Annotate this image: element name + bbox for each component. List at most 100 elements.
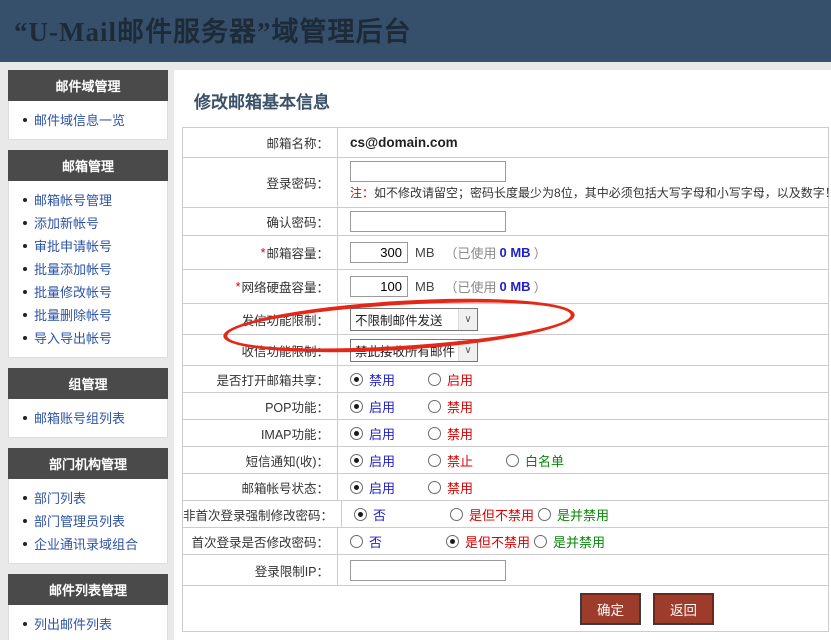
radio-icon[interactable]	[428, 454, 441, 467]
radio-icon[interactable]	[450, 508, 463, 521]
field-label: 确认密码：	[183, 208, 338, 235]
chevron-down-icon: ∨	[458, 309, 477, 330]
sidebar-item-dept-admin-list[interactable]: 部门管理员列表	[34, 511, 125, 530]
field-label: IMAP功能：	[183, 420, 338, 446]
radio-icon[interactable]	[350, 454, 363, 467]
sidebar-item-add-account[interactable]: 添加新帐号	[34, 213, 99, 232]
row-buttons: 确定 返回	[183, 586, 828, 631]
receive-limit-select[interactable]: 禁此接收所有邮件 ∨	[350, 339, 478, 362]
row-mailbox-share: 是否打开邮箱共享： 禁用 启用	[183, 366, 828, 393]
list-item: 添加邮件列表	[19, 635, 161, 640]
sidebar: 邮件域管理 邮件域信息一览 邮箱管理 邮箱帐号管理 添加新帐号 审批申请帐号 批…	[8, 70, 168, 640]
field-label: *邮箱容量：	[183, 236, 338, 269]
list-item: 批量删除帐号	[19, 303, 161, 326]
sidebar-item-batch-add[interactable]: 批量添加帐号	[34, 259, 112, 278]
radio-icon[interactable]	[446, 535, 459, 548]
radio-option[interactable]: 启用	[350, 478, 424, 497]
radio-icon[interactable]	[350, 535, 363, 548]
sidebar-item-batch-modify[interactable]: 批量修改帐号	[34, 282, 112, 301]
radio-option[interactable]: 是并禁用	[534, 532, 605, 551]
row-mailbox-quota: *邮箱容量： MB （已使用 0 MB ）	[183, 236, 828, 270]
mailbox-name-value: cs@domain.com	[350, 135, 458, 150]
radio-option[interactable]: 禁止	[428, 451, 502, 470]
sidebar-item-domain-info[interactable]: 邮件域信息一览	[34, 110, 125, 129]
sidebar-item-import-export[interactable]: 导入导出帐号	[34, 328, 112, 347]
login-password-input[interactable]	[350, 161, 506, 182]
sidebar-section-title: 组管理	[8, 368, 168, 399]
radio-icon[interactable]	[428, 373, 441, 386]
sidebar-item-batch-delete[interactable]: 批量删除帐号	[34, 305, 112, 324]
radio-option[interactable]: 白名单	[506, 451, 564, 470]
radio-icon[interactable]	[534, 535, 547, 548]
list-item: 添加新帐号	[19, 211, 161, 234]
radio-icon[interactable]	[354, 508, 367, 521]
radio-option[interactable]: 禁用	[428, 424, 473, 443]
radio-option[interactable]: 启用	[428, 370, 473, 389]
radio-option[interactable]: 启用	[350, 397, 424, 416]
bullet-icon	[23, 496, 27, 500]
confirm-button[interactable]: 确定	[581, 594, 640, 624]
radio-option[interactable]: 禁用	[428, 397, 473, 416]
sidebar-item-list-maillists[interactable]: 列出邮件列表	[34, 614, 112, 633]
field-label: 登录密码：	[183, 158, 338, 207]
radio-option[interactable]: 启用	[350, 424, 424, 443]
row-netdisk-quota: *网络硬盘容量： MB （已使用 0 MB ）	[183, 270, 828, 304]
sidebar-item-contacts-combo[interactable]: 企业通讯录域组合	[34, 534, 138, 553]
sidebar-item-account-manage[interactable]: 邮箱帐号管理	[34, 190, 112, 209]
used-close: ）	[534, 243, 547, 262]
field-label: 收信功能限制：	[183, 335, 338, 365]
radio-option[interactable]: 否	[350, 532, 442, 551]
confirm-password-input[interactable]	[350, 211, 506, 232]
send-limit-select[interactable]: 不限制邮件发送 ∨	[350, 308, 478, 331]
radio-icon[interactable]	[428, 481, 441, 494]
sidebar-section-maillist: 邮件列表管理 列出邮件列表 添加邮件列表	[8, 574, 168, 640]
radio-icon[interactable]	[538, 508, 551, 521]
sidebar-section-title: 邮箱管理	[8, 150, 168, 181]
radio-option[interactable]: 启用	[350, 451, 424, 470]
list-item: 导入导出帐号	[19, 326, 161, 349]
radio-icon[interactable]	[350, 481, 363, 494]
unit-label: MB	[415, 245, 435, 260]
list-item: 邮件域信息一览	[19, 108, 161, 131]
bullet-icon	[23, 336, 27, 340]
field-label: 邮箱帐号状态：	[183, 474, 338, 500]
radio-icon[interactable]	[350, 427, 363, 440]
app-title: “U-Mail邮件服务器”域管理后台	[14, 10, 411, 49]
sidebar-item-account-group-list[interactable]: 邮箱账号组列表	[34, 408, 125, 427]
used-value: 0 MB	[500, 279, 531, 294]
sidebar-item-approve-account[interactable]: 审批申请帐号	[34, 236, 112, 255]
radio-icon[interactable]	[506, 454, 519, 467]
password-note: 注：如不修改请留空；密码长度最少为8位，其中必须包括大写字母和小写字母，以及数字…	[350, 184, 831, 201]
bullet-icon	[23, 244, 27, 248]
radio-option[interactable]: 是并禁用	[538, 505, 609, 524]
radio-option[interactable]: 禁用	[350, 370, 424, 389]
field-label: 非首次登录强制修改密码：	[183, 501, 342, 527]
note-mark: 注：	[350, 186, 374, 200]
mailbox-quota-input[interactable]	[350, 242, 408, 263]
login-ip-input[interactable]	[350, 560, 506, 581]
field-label: 发信功能限制：	[183, 304, 338, 334]
radio-option[interactable]: 是但不禁用	[446, 532, 530, 551]
list-item: 部门列表	[19, 486, 161, 509]
bullet-icon	[23, 290, 27, 294]
row-confirm-password: 确认密码：	[183, 208, 828, 236]
radio-option[interactable]: 是但不禁用	[450, 505, 534, 524]
radio-icon[interactable]	[428, 427, 441, 440]
radio-option[interactable]: 禁用	[428, 478, 473, 497]
field-label: 短信通知(收)：	[183, 447, 338, 473]
sidebar-section-department: 部门机构管理 部门列表 部门管理员列表 企业通讯录域组合	[8, 448, 168, 564]
netdisk-quota-input[interactable]	[350, 276, 408, 297]
radio-option[interactable]: 否	[354, 505, 446, 524]
used-open: （已使用	[445, 277, 497, 296]
back-button[interactable]: 返回	[654, 594, 713, 624]
row-receive-limit: 收信功能限制： 禁此接收所有邮件 ∨	[183, 335, 828, 366]
sidebar-section-title: 邮件域管理	[8, 70, 168, 101]
used-value: 0 MB	[500, 245, 531, 260]
row-account-status: 邮箱帐号状态： 启用 禁用	[183, 474, 828, 501]
app-header: “U-Mail邮件服务器”域管理后台	[0, 0, 831, 62]
radio-icon[interactable]	[350, 373, 363, 386]
sidebar-item-dept-list[interactable]: 部门列表	[34, 488, 86, 507]
radio-icon[interactable]	[428, 400, 441, 413]
required-star: *	[261, 246, 266, 260]
radio-icon[interactable]	[350, 400, 363, 413]
